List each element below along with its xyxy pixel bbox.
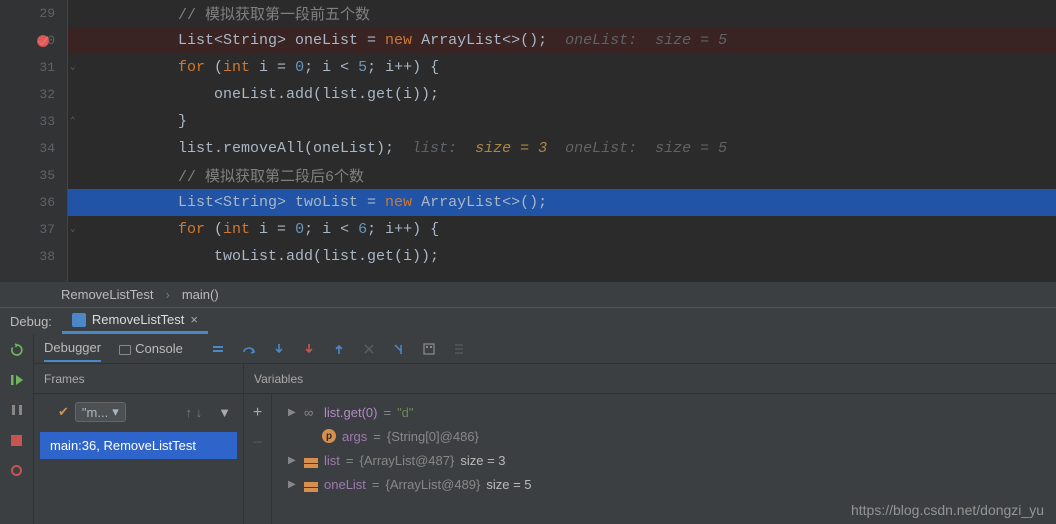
- breakpoint-icon[interactable]: [36, 34, 50, 48]
- code-line[interactable]: // 模拟获取第一段前五个数: [68, 0, 1056, 27]
- debug-left-rail: [0, 334, 34, 524]
- frame-nav[interactable]: ↑ ↓: [186, 405, 203, 420]
- debugger-tab[interactable]: Debugger: [44, 335, 101, 362]
- expand-arrow-icon[interactable]: ▶: [288, 455, 298, 466]
- code-line[interactable]: // 模拟获取第二段后6个数: [68, 162, 1056, 189]
- expand-arrow-icon[interactable]: ▶: [288, 407, 298, 418]
- code-line[interactable]: }: [68, 108, 1056, 135]
- code-line[interactable]: for (int i = 0; i < 5; i++) {: [68, 54, 1056, 81]
- var-name: oneList: [324, 477, 366, 492]
- variable-row[interactable]: pargs = {String[0]@486}: [280, 424, 1056, 448]
- thread-dropdown[interactable]: "m...▾: [75, 402, 126, 422]
- debug-toolwindow-tabs: Debug: RemoveListTest ×: [0, 307, 1056, 334]
- debug-body: Debugger Console Frames ✔ "m...▾ ↑: [0, 334, 1056, 524]
- step-out-icon[interactable]: [331, 341, 347, 357]
- line-number[interactable]: 32: [0, 81, 67, 108]
- rerun-icon[interactable]: [9, 342, 25, 358]
- drop-frame-icon[interactable]: [361, 341, 377, 357]
- thread-selector[interactable]: ✔ "m...▾ ↑ ↓ ▼: [52, 398, 237, 426]
- code-editor[interactable]: 29303132333435363738 ⌄⌃⌄ // 模拟获取第一段前五个数L…: [0, 0, 1056, 282]
- debug-panels: Frames ✔ "m...▾ ↑ ↓ ▼ main:36, RemoveLis…: [34, 364, 1056, 524]
- resume-icon[interactable]: [9, 372, 25, 388]
- trace-icon[interactable]: [451, 341, 467, 357]
- expand-arrow-icon[interactable]: ▶: [288, 479, 298, 490]
- watermark: https://blog.csdn.net/dongzi_yu: [851, 502, 1044, 518]
- add-watch-icon[interactable]: +: [253, 404, 263, 422]
- var-value: "d": [397, 405, 413, 420]
- frames-panel: Frames ✔ "m...▾ ↑ ↓ ▼ main:36, RemoveLis…: [34, 364, 244, 524]
- stack-frame[interactable]: main:36, RemoveListTest: [40, 432, 237, 459]
- var-name: list: [324, 453, 340, 468]
- code-line[interactable]: List<String> twoList = new ArrayList<>()…: [68, 189, 1056, 216]
- stop-icon[interactable]: [9, 432, 25, 448]
- debug-label: Debug:: [0, 314, 62, 329]
- code-area[interactable]: // 模拟获取第一段前五个数List<String> oneList = new…: [68, 0, 1056, 282]
- code-line[interactable]: twoList.add(list.get(i));: [68, 243, 1056, 270]
- breadcrumb-method[interactable]: main(): [176, 287, 225, 302]
- app-icon: [72, 313, 86, 327]
- breadcrumb-sep: ›: [159, 287, 175, 302]
- field-icon: [304, 482, 318, 487]
- var-value: {String[0]@486}: [387, 429, 479, 444]
- param-icon: p: [322, 429, 336, 443]
- filter-icon[interactable]: ▼: [218, 405, 231, 420]
- gutter: 29303132333435363738: [0, 0, 68, 282]
- code-line[interactable]: List<String> oneList = new ArrayList<>()…: [68, 27, 1056, 54]
- console-icon: [119, 345, 131, 355]
- run-to-cursor-icon[interactable]: [391, 341, 407, 357]
- close-icon[interactable]: ×: [190, 312, 198, 327]
- pause-icon[interactable]: [9, 402, 25, 418]
- breadcrumb-class[interactable]: RemoveListTest: [55, 287, 159, 302]
- line-number[interactable]: 34: [0, 135, 67, 162]
- code-line[interactable]: for (int i = 0; i < 6; i++) {: [68, 216, 1056, 243]
- variables-list[interactable]: ▶∞list.get(0) = "d"pargs = {String[0]@48…: [244, 394, 1056, 496]
- line-number[interactable]: 29: [0, 0, 67, 27]
- line-number[interactable]: 35: [0, 162, 67, 189]
- debug-run-tab[interactable]: RemoveListTest ×: [62, 308, 208, 334]
- variable-row[interactable]: ▶oneList = {ArrayList@489} size = 5: [280, 472, 1056, 496]
- variables-header: Variables: [244, 364, 1056, 394]
- watch-icon: ∞: [304, 405, 318, 420]
- var-value: {ArrayList@489}: [386, 477, 481, 492]
- line-number[interactable]: 37: [0, 216, 67, 243]
- force-step-into-icon[interactable]: [301, 341, 317, 357]
- line-number[interactable]: 30: [0, 27, 67, 54]
- debug-center: Debugger Console Frames ✔ "m...▾ ↑: [34, 334, 1056, 524]
- evaluate-icon[interactable]: [421, 341, 437, 357]
- var-value: {ArrayList@487}: [359, 453, 454, 468]
- check-icon: ✔: [58, 404, 69, 420]
- field-icon: [304, 458, 318, 463]
- variables-panel: Variables + − ▶∞list.get(0) = "d"pargs =…: [244, 364, 1056, 524]
- code-line[interactable]: oneList.add(list.get(i));: [68, 81, 1056, 108]
- show-exec-point-icon[interactable]: [211, 341, 227, 357]
- var-name: args: [342, 429, 367, 444]
- variable-row[interactable]: ▶list = {ArrayList@487} size = 3: [280, 448, 1056, 472]
- chevron-down-icon: ▾: [112, 404, 119, 420]
- frames-header: Frames: [34, 364, 243, 394]
- debug-tab-label: RemoveListTest: [92, 312, 184, 327]
- step-over-icon[interactable]: [241, 341, 257, 357]
- console-tab[interactable]: Console: [119, 336, 183, 361]
- line-number[interactable]: 31: [0, 54, 67, 81]
- mute-breakpoints-icon[interactable]: [9, 462, 25, 478]
- variable-row[interactable]: ▶∞list.get(0) = "d": [280, 400, 1056, 424]
- line-number[interactable]: 36: [0, 189, 67, 216]
- step-controls: [211, 341, 467, 357]
- code-line[interactable]: list.removeAll(oneList); list: size = 3 …: [68, 135, 1056, 162]
- line-number[interactable]: 38: [0, 243, 67, 270]
- line-number[interactable]: 33: [0, 108, 67, 135]
- vars-tool-column: + −: [244, 394, 272, 524]
- breadcrumb[interactable]: RemoveListTest › main(): [0, 282, 1056, 307]
- remove-watch-icon[interactable]: −: [252, 434, 263, 454]
- var-name: list.get(0): [324, 405, 377, 420]
- debug-panel-tabs: Debugger Console: [34, 334, 1056, 364]
- step-into-icon[interactable]: [271, 341, 287, 357]
